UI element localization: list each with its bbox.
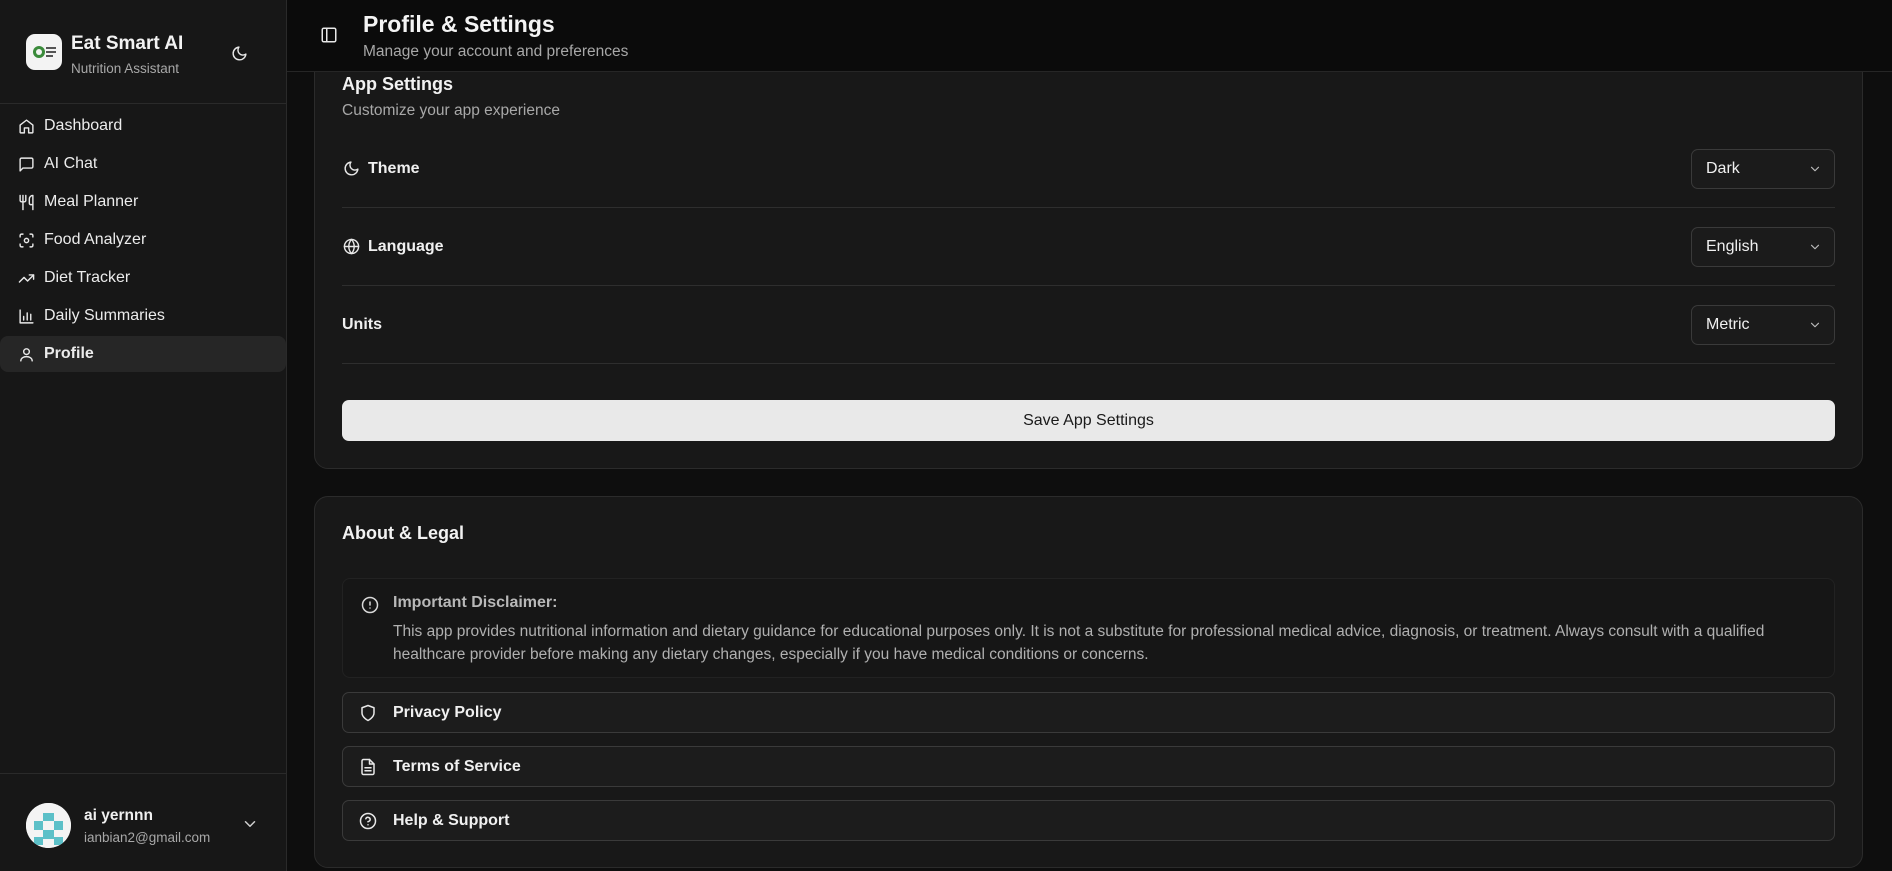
user-email: ianbian2@gmail.com <box>84 830 211 845</box>
moon-icon <box>342 160 360 178</box>
units-select[interactable]: Metric <box>1691 304 1835 345</box>
help-support-link[interactable]: Help & Support <box>342 800 1835 841</box>
disclaimer-text: This app provides nutritional informatio… <box>393 623 1765 663</box>
setting-label-text: Language <box>368 237 444 255</box>
sidebar-item-label: Profile <box>44 345 94 362</box>
alert-circle-icon <box>361 596 379 614</box>
setting-row-units: Units Metric <box>342 286 1835 364</box>
help-circle-icon <box>359 812 377 830</box>
setting-label-text: Theme <box>368 159 420 177</box>
globe-icon <box>342 238 360 256</box>
sidebar-item-meal-planner[interactable]: Meal Planner <box>0 184 286 220</box>
sidebar-item-food-analyzer[interactable]: Food Analyzer <box>0 222 286 258</box>
brand-subtitle: Nutrition Assistant <box>71 61 180 76</box>
link-label: Terms of Service <box>393 758 521 775</box>
sidebar-item-label: Daily Summaries <box>44 307 165 324</box>
language-select[interactable]: English <box>1691 226 1835 267</box>
user-icon <box>17 345 35 363</box>
sidebar-item-label: Diet Tracker <box>44 269 131 286</box>
language-select-value: English <box>1706 237 1759 255</box>
user-profile-menu[interactable]: ai yernnn ianbian2@gmail.com <box>0 773 287 871</box>
sidebar-item-label: Meal Planner <box>44 193 139 210</box>
bar-chart-icon <box>17 307 35 325</box>
chevron-down-icon[interactable] <box>241 815 259 833</box>
sidebar-item-daily-summaries[interactable]: Daily Summaries <box>0 298 286 334</box>
terms-of-service-link[interactable]: Terms of Service <box>342 746 1835 787</box>
setting-row-language: Language English <box>342 208 1835 286</box>
setting-label-units: Units <box>342 316 382 334</box>
panel-left-icon <box>321 27 337 43</box>
link-label: Help & Support <box>393 812 510 829</box>
file-text-icon <box>361 758 375 776</box>
app-settings-title: App Settings <box>342 74 453 94</box>
about-legal-title: About & Legal <box>342 523 464 543</box>
sidebar-item-label: AI Chat <box>44 155 98 172</box>
sidebar-item-label: Dashboard <box>44 117 123 134</box>
trending-up-icon <box>17 269 35 287</box>
setting-label-language: Language <box>342 238 444 256</box>
home-icon <box>17 117 35 135</box>
privacy-policy-link[interactable]: Privacy Policy <box>342 692 1835 733</box>
sidebar-item-ai-chat[interactable]: AI Chat <box>0 146 286 182</box>
shield-icon <box>361 704 375 722</box>
chevron-down-icon <box>1810 166 1820 171</box>
avatar <box>26 803 71 848</box>
sidebar: Eat Smart AI Nutrition Assistant Dashboa… <box>0 0 287 871</box>
chat-icon <box>17 155 35 173</box>
utensils-icon <box>17 193 35 211</box>
units-select-value: Metric <box>1706 315 1750 333</box>
save-app-settings-button[interactable]: Save App Settings <box>342 400 1835 441</box>
theme-toggle-button[interactable] <box>226 40 252 66</box>
brand-header: Eat Smart AI Nutrition Assistant <box>0 0 287 104</box>
setting-label-text: Units <box>342 315 382 333</box>
link-label: Privacy Policy <box>393 704 502 721</box>
scan-icon <box>17 231 35 249</box>
brand-name: Eat Smart AI <box>71 33 184 54</box>
disclaimer-box: Important Disclaimer: This app provides … <box>342 578 1835 678</box>
brand-logo <box>26 34 62 70</box>
sidebar-item-diet-tracker[interactable]: Diet Tracker <box>0 260 286 296</box>
theme-select-value: Dark <box>1706 159 1740 177</box>
page-title: Profile & Settings <box>363 11 555 37</box>
sidebar-item-dashboard[interactable]: Dashboard <box>0 108 286 144</box>
page-header: Profile & Settings Manage your account a… <box>287 0 1892 72</box>
sidebar-item-label: Food Analyzer <box>44 231 147 248</box>
chevron-down-icon <box>1810 244 1820 249</box>
theme-select[interactable]: Dark <box>1691 148 1835 189</box>
sidebar-item-profile[interactable]: Profile <box>0 336 286 372</box>
disclaimer-title: Important Disclaimer: <box>393 594 558 611</box>
moon-icon <box>232 45 247 60</box>
app-settings-card: App Settings Customize your app experien… <box>314 40 1863 469</box>
chevron-down-icon <box>1810 322 1820 327</box>
sidebar-nav: Dashboard AI Chat Meal Planner Food Anal… <box>0 104 287 372</box>
page-subtitle: Manage your account and preferences <box>363 43 629 60</box>
app-settings-description: Customize your app experience <box>342 102 560 119</box>
sidebar-toggle-button[interactable] <box>320 26 338 44</box>
user-name: ai yernnn <box>84 807 153 824</box>
about-legal-card: About & Legal Important Disclaimer: This… <box>314 496 1863 868</box>
setting-row-theme: Theme Dark <box>342 130 1835 208</box>
setting-label-theme: Theme <box>342 160 420 178</box>
